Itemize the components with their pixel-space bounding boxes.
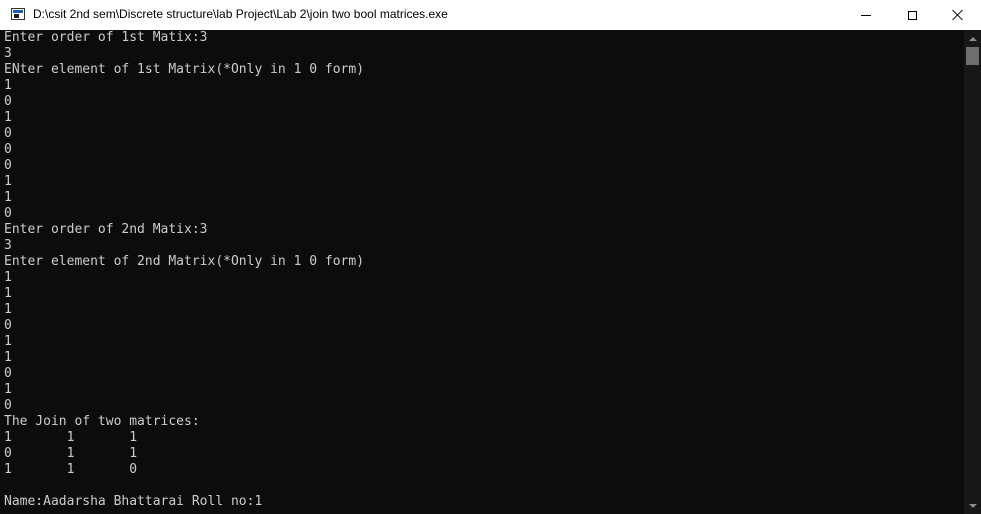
console-line: 0 <box>4 142 12 157</box>
console-line: 3 <box>4 238 12 253</box>
console-line: 0 1 1 <box>4 446 138 461</box>
console-line: 0 <box>4 318 12 333</box>
console-line: 1 <box>4 382 12 397</box>
console-line: 1 1 1 <box>4 430 138 445</box>
close-button[interactable] <box>935 0 981 30</box>
console-line: Enter element of 2nd Matrix(*Only in 1 0… <box>4 254 365 269</box>
console-line: Enter order of 1st Matix:3 <box>4 30 208 45</box>
scroll-thumb[interactable] <box>966 47 979 65</box>
scroll-down-arrow-icon[interactable] <box>964 497 981 514</box>
vertical-scrollbar[interactable] <box>964 30 981 514</box>
console-line: 1 <box>4 350 12 365</box>
console-line: Name:Aadarsha Bhattarai Roll no:1 <box>4 494 263 509</box>
console-line: Enter order of 2nd Matix:3 <box>4 222 208 237</box>
console-app-icon[interactable] <box>11 8 25 20</box>
console-line: 0 <box>4 398 12 413</box>
console-line: 1 <box>4 334 12 349</box>
console-line: 1 <box>4 270 12 285</box>
console-line: 0 <box>4 366 12 381</box>
console-line: 1 1 0 <box>4 462 138 477</box>
console-text: Enter order of 1st Matix:3 3 ENter element… <box>4 30 364 510</box>
console-line: 0 <box>4 126 12 141</box>
console-line: 1 <box>4 174 12 189</box>
window-title: D:\csit 2nd sem\Discrete structure\lab P… <box>33 7 448 21</box>
console-line: 3 <box>4 46 12 61</box>
console-line: 1 <box>4 190 12 205</box>
console-line: The Join of two matrices: <box>4 414 200 429</box>
console-line: 0 <box>4 206 12 221</box>
console-line: 1 <box>4 302 12 317</box>
scroll-up-arrow-icon[interactable] <box>964 30 981 47</box>
minimize-icon <box>861 14 871 16</box>
console-output-area[interactable]: Enter order of 1st Matix:3 3 ENter element… <box>0 30 964 514</box>
close-icon <box>952 9 964 21</box>
maximize-button[interactable] <box>889 0 935 30</box>
title-bar[interactable]: D:\csit 2nd sem\Discrete structure\lab P… <box>0 0 981 30</box>
console-line: 1 <box>4 286 12 301</box>
console-line: 1 <box>4 110 12 125</box>
maximize-icon <box>907 10 917 20</box>
minimize-button[interactable] <box>843 0 889 30</box>
console-line: 0 <box>4 94 12 109</box>
console-line: 0 <box>4 158 12 173</box>
console-line: 1 <box>4 78 12 93</box>
console-line: ENter element of 1st Matrix(*Only in 1 0… <box>4 62 365 77</box>
